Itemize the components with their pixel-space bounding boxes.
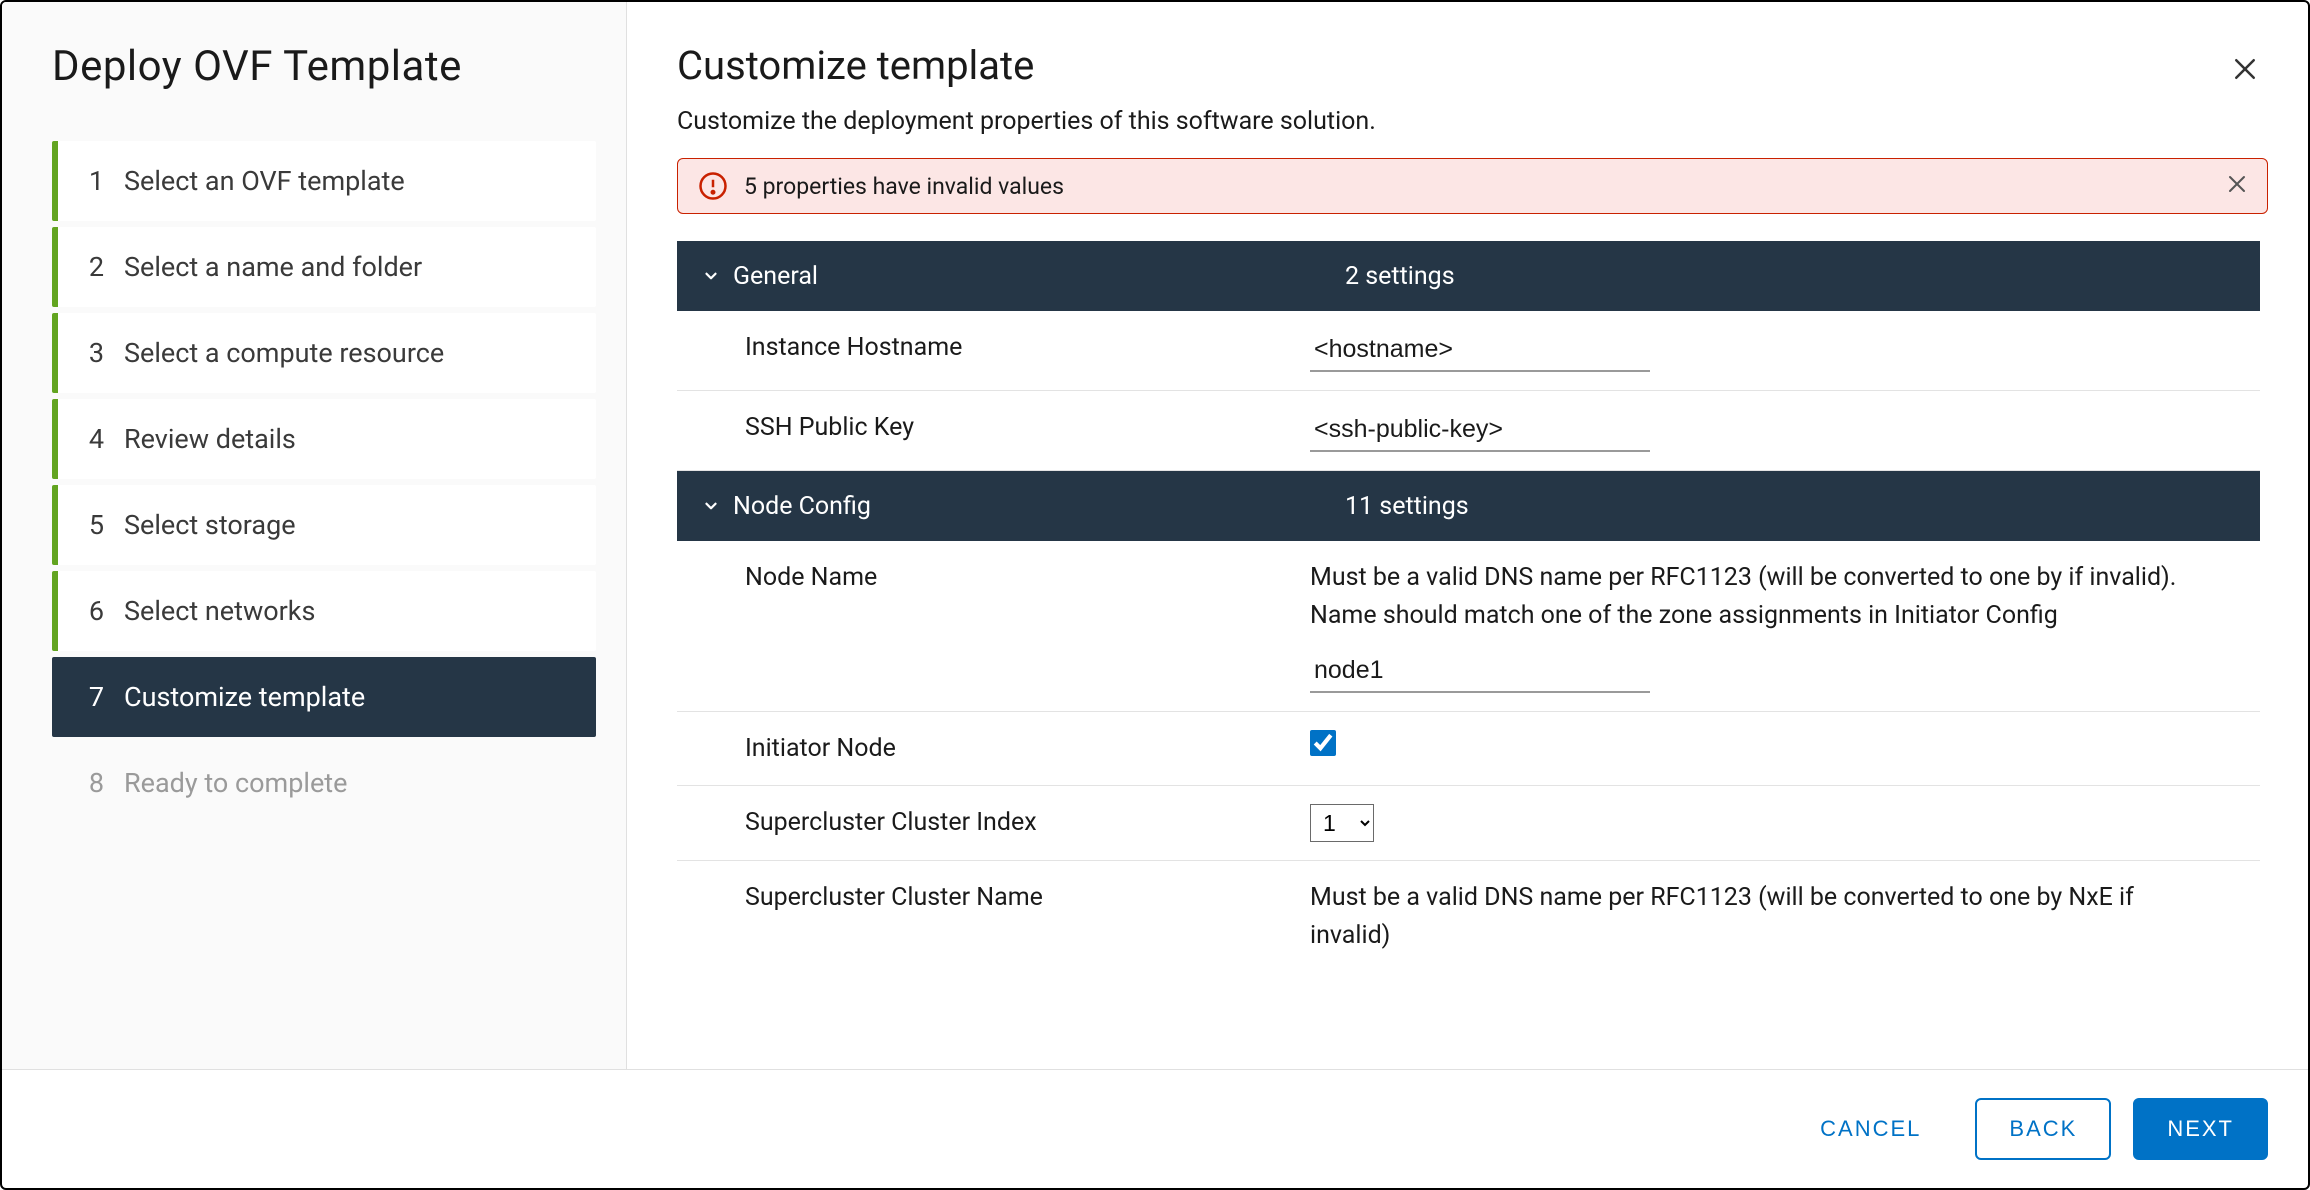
property-label: Initiator Node [745,730,1300,763]
step-select-ovf-template[interactable]: 1 Select an OVF template [52,141,596,221]
row-supercluster-name: Supercluster Cluster Name Must be a vali… [677,861,2260,972]
property-value [1310,730,2250,756]
next-button[interactable]: NEXT [2133,1098,2268,1160]
supercluster-index-select[interactable]: 1 [1310,804,1374,842]
property-label: SSH Public Key [745,409,1300,442]
step-label: Select a name and folder [124,251,422,283]
ssh-public-key-input[interactable] [1310,409,1650,452]
step-label: Select an OVF template [124,165,405,197]
section-header-node-config[interactable]: Node Config 11 settings [677,471,2260,541]
cancel-button[interactable]: CANCEL [1788,1100,1953,1158]
page-subtitle: Customize the deployment properties of t… [677,107,2268,136]
step-select-compute-resource[interactable]: 3 Select a compute resource [52,313,596,393]
error-icon [698,171,728,201]
close-icon[interactable] [2230,54,2260,88]
step-number: 3 [80,337,104,369]
row-supercluster-index: Supercluster Cluster Index 1 [677,786,2260,861]
step-label: Select a compute resource [124,337,444,369]
alert-close-icon[interactable] [2225,172,2249,200]
wizard-steps: 1 Select an OVF template 2 Select a name… [52,141,596,823]
property-label: Supercluster Cluster Name [745,879,1300,912]
step-label: Select storage [124,509,296,541]
property-value: Must be a valid DNS name per RFC1123 (wi… [1310,559,2250,693]
chevron-down-icon [701,267,721,285]
step-number: 2 [80,251,104,283]
row-ssh-public-key: SSH Public Key [677,391,2260,471]
property-value [1310,329,2250,372]
step-review-details[interactable]: 4 Review details [52,399,596,479]
dialog-body: Deploy OVF Template 1 Select an OVF temp… [2,2,2308,1069]
step-select-storage[interactable]: 5 Select storage [52,485,596,565]
step-number: 7 [80,681,104,713]
section-meta: 2 settings [1345,262,2240,291]
property-description: Must be a valid DNS name per RFC1123 (wi… [1310,879,2250,954]
wizard-sidebar: Deploy OVF Template 1 Select an OVF temp… [2,2,627,1069]
section-header-general[interactable]: General 2 settings [677,241,2260,311]
row-node-name: Node Name Must be a valid DNS name per R… [677,541,2260,712]
property-label: Node Name [745,559,1300,592]
property-value: 1 [1310,804,2250,842]
step-customize-template[interactable]: 7 Customize template [52,657,596,737]
property-label: Supercluster Cluster Index [745,804,1300,837]
property-description: Must be a valid DNS name per RFC1123 (wi… [1310,559,2250,634]
step-number: 8 [80,767,104,799]
properties-scroll-area[interactable]: General 2 settings Instance Hostname SSH… [677,240,2268,982]
property-value: Must be a valid DNS name per RFC1123 (wi… [1310,879,2250,954]
section-meta: 11 settings [1345,492,2240,521]
property-label: Instance Hostname [745,329,1300,362]
chevron-down-icon [701,497,721,515]
wizard-title: Deploy OVF Template [52,42,596,91]
page-title: Customize template [677,42,2268,89]
step-label: Ready to complete [124,767,347,799]
initiator-node-checkbox[interactable] [1310,730,1336,756]
step-label: Customize template [124,681,365,713]
step-select-name-folder[interactable]: 2 Select a name and folder [52,227,596,307]
section-title: Node Config [733,492,1333,521]
row-instance-hostname: Instance Hostname [677,311,2260,391]
step-number: 4 [80,423,104,455]
step-number: 5 [80,509,104,541]
step-label: Review details [124,423,296,455]
validation-alert: 5 properties have invalid values [677,158,2268,214]
step-select-networks[interactable]: 6 Select networks [52,571,596,651]
row-initiator-node: Initiator Node [677,712,2260,786]
step-label: Select networks [124,595,315,627]
alert-text: 5 properties have invalid values [744,173,1064,200]
property-value [1310,409,2250,452]
step-number: 1 [80,165,104,197]
wizard-content: Customize template Customize the deploym… [627,2,2308,1069]
step-ready-to-complete: 8 Ready to complete [52,743,596,823]
node-name-input[interactable] [1310,650,1650,693]
section-title: General [733,262,1333,291]
deploy-ovf-dialog: Deploy OVF Template 1 Select an OVF temp… [0,0,2310,1190]
instance-hostname-input[interactable] [1310,329,1650,372]
back-button[interactable]: BACK [1975,1098,2111,1160]
dialog-footer: CANCEL BACK NEXT [2,1069,2308,1188]
step-number: 6 [80,595,104,627]
